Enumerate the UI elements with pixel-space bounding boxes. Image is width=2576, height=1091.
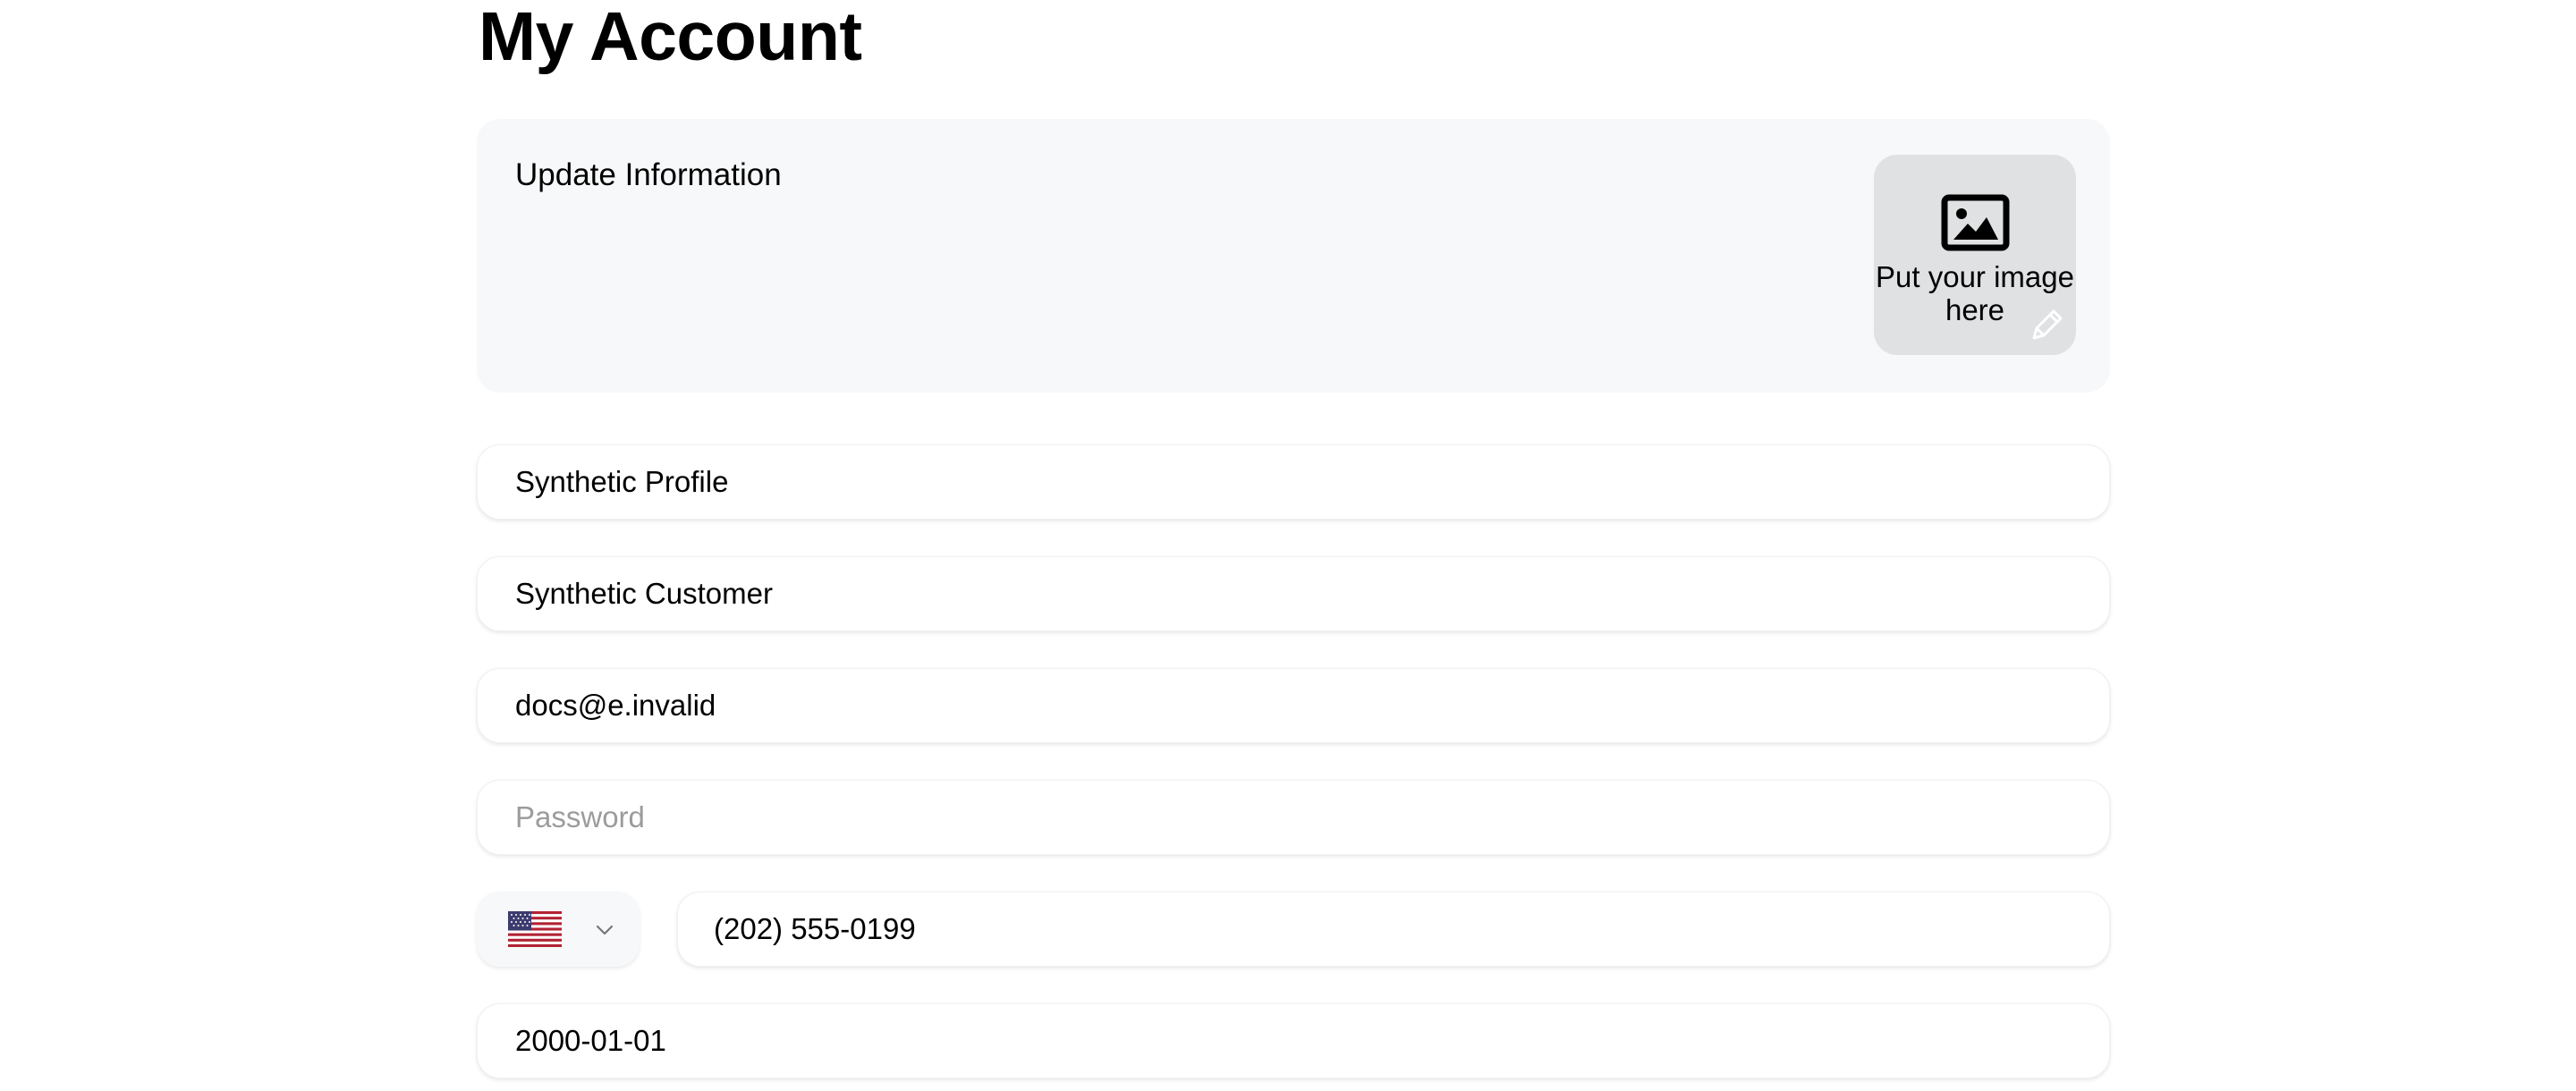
first-name-field[interactable] [477,444,2110,520]
birthdate-field[interactable] [477,1003,2110,1078]
first-name-input[interactable] [515,445,2072,519]
password-field[interactable] [477,780,2110,855]
update-information-card: Update Information Put your image here [477,119,2110,393]
last-name-field[interactable] [477,556,2110,631]
pencil-icon[interactable] [2026,303,2069,346]
birthdate-input[interactable] [515,1004,2072,1078]
update-information-title: Update Information [515,157,782,192]
page-title: My Account [479,0,862,75]
email-input[interactable] [515,669,2072,742]
us-flag-icon [508,911,562,947]
phone-field[interactable] [677,892,2110,967]
password-input[interactable] [515,781,2072,854]
image-icon [1941,194,2010,251]
email-field[interactable] [477,668,2110,743]
last-name-input[interactable] [515,557,2072,630]
phone-input[interactable] [714,892,2073,966]
profile-image-upload[interactable]: Put your image here [1874,155,2076,355]
country-code-select[interactable] [477,892,640,967]
chevron-down-icon [596,925,614,935]
